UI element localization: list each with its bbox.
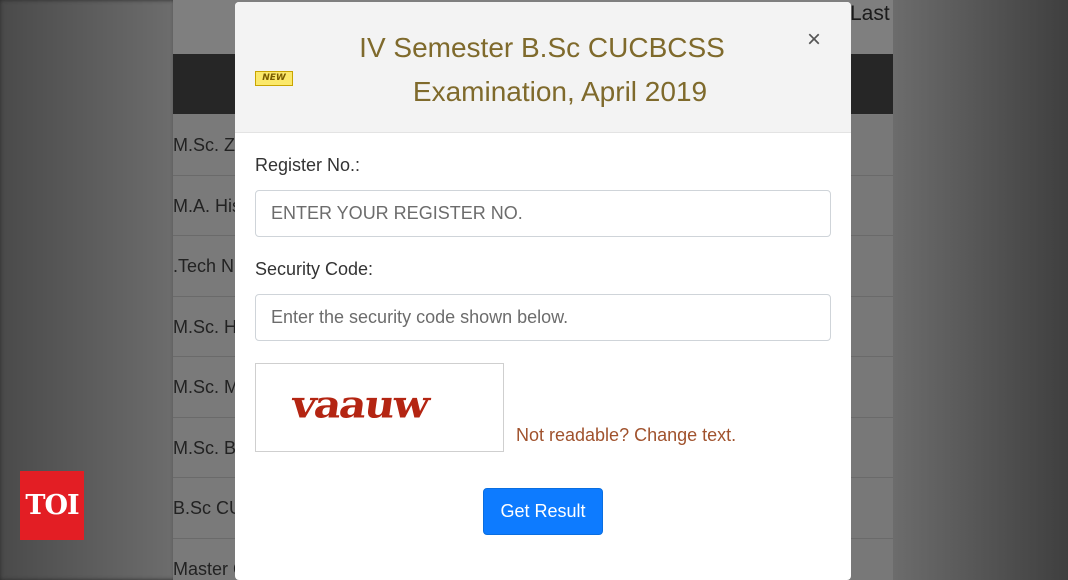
captcha-image: vaauw	[255, 363, 504, 452]
security-label: Security Code:	[255, 259, 374, 279]
background-list-item[interactable]: M.Sc. Zo	[173, 115, 235, 176]
background-list-item[interactable]: M.Sc. Hu	[173, 297, 235, 357]
modal-title-line2: Examination, April 2019	[412, 76, 708, 107]
captcha-row: vaauw Not readable? Change text.	[255, 363, 831, 453]
background-list-item[interactable]: Master C	[173, 539, 235, 580]
submit-wrap: Get Result	[255, 488, 831, 535]
captcha-text: vaauw	[288, 382, 431, 427]
background-list-item[interactable]: .Tech N	[173, 236, 235, 297]
register-label: Register No.:	[255, 155, 361, 175]
modal-body: Register No.: Security Code: vaauw Not r…	[235, 133, 851, 535]
toi-logo: TOI	[20, 471, 84, 540]
background-list-item[interactable]: M.Sc. Bic	[173, 418, 235, 478]
get-result-button[interactable]: Get Result	[483, 488, 603, 535]
security-code-input[interactable]	[255, 294, 831, 341]
background-list-item[interactable]: M.A. His	[173, 176, 235, 236]
background-course-list: M.Sc. Zo M.A. His .Tech N M.Sc. Hu M.Sc.…	[173, 115, 235, 580]
background-list-item[interactable]: B.Sc CU	[173, 478, 235, 539]
background-list-item[interactable]: M.Sc. Mi	[173, 357, 235, 418]
change-captcha-link[interactable]: Not readable? Change text.	[516, 425, 736, 446]
background-last-text: Last	[850, 2, 890, 25]
modal-title: IV Semester B.Sc CUCBCSS Examination, Ap…	[295, 26, 789, 114]
modal-title-line1: IV Semester B.Sc CUCBCSS	[359, 32, 725, 63]
register-input[interactable]	[255, 190, 831, 237]
background-list-right-edge	[851, 115, 893, 580]
close-button[interactable]: ×	[807, 26, 821, 54]
screenshot-stage: Last M.Sc. Zo M.A. His .Tech N M.Sc. Hu …	[0, 0, 1068, 580]
modal-header: NEW IV Semester B.Sc CUCBCSS Examination…	[235, 2, 851, 133]
result-modal: NEW IV Semester B.Sc CUCBCSS Examination…	[235, 2, 851, 580]
blurred-right-margin	[893, 0, 1068, 580]
new-badge-icon: NEW	[255, 71, 293, 86]
